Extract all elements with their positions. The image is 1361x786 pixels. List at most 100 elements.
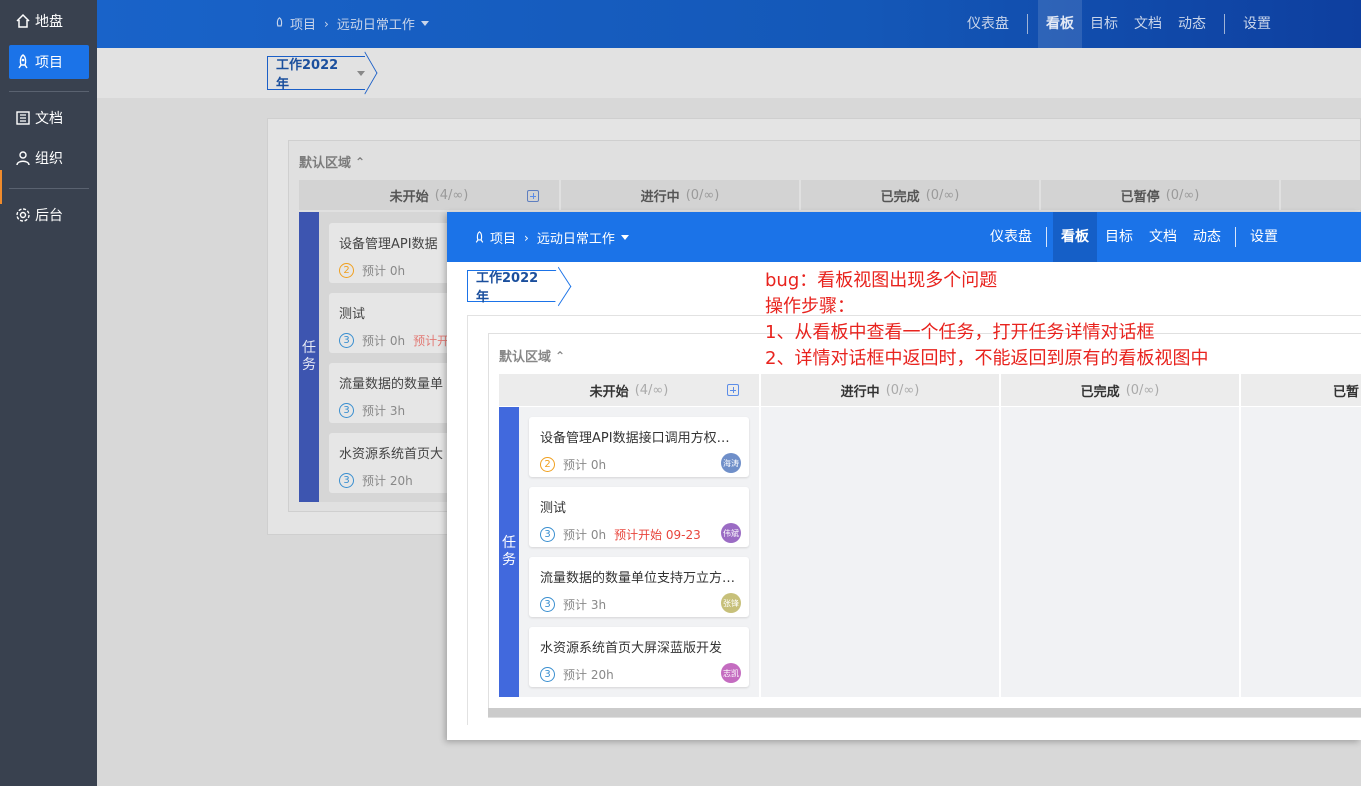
card-title: 水资源系统首页大屏深蓝版开发 bbox=[540, 641, 723, 656]
column-name: 未开始 bbox=[589, 384, 629, 400]
priority-badge: 3 bbox=[339, 473, 354, 488]
nav-docs[interactable]: 文档 bbox=[1126, 0, 1170, 48]
column-count: (0/∞) bbox=[885, 382, 920, 398]
add-card-icon[interactable] bbox=[527, 190, 539, 202]
column-name: 进行中 bbox=[640, 189, 680, 205]
nav-kanban[interactable]: 看板 bbox=[1038, 0, 1082, 48]
rocket-icon bbox=[18, 54, 28, 69]
annotation-line: bug：看板视图出现多个问题 bbox=[765, 270, 998, 291]
breadcrumb-root[interactable]: 项目 bbox=[290, 14, 316, 33]
avatar[interactable]: 海涛 bbox=[721, 453, 741, 473]
sidebar-item-admin[interactable]: 后台 bbox=[9, 198, 89, 232]
column-count: (0/∞) bbox=[925, 187, 960, 203]
column-name: 未开始 bbox=[389, 189, 429, 205]
column-name: 进行中 bbox=[840, 384, 880, 400]
breadcrumb-root[interactable]: 项目 bbox=[490, 228, 516, 247]
chevron-down-icon bbox=[551, 283, 559, 289]
nav-dashboard[interactable]: 仪表盘 bbox=[982, 212, 1040, 262]
nav-dashboard[interactable]: 仪表盘 bbox=[959, 0, 1017, 48]
priority-badge: 3 bbox=[339, 403, 354, 418]
sidebar-marker bbox=[0, 170, 2, 204]
kanban-screenshot-overlay: 项目 › 远动日常工作 仪表盘 看板 目标 文档 动态 设置 工作2022年 默… bbox=[447, 212, 1361, 740]
card-start: 预计开始 09-23 bbox=[614, 528, 701, 542]
sidebar-item-org[interactable]: 组织 bbox=[9, 141, 89, 175]
nav-kanban[interactable]: 看板 bbox=[1053, 212, 1097, 262]
card-estimate: 预计 20h bbox=[563, 668, 614, 682]
nav-divider bbox=[1027, 14, 1028, 34]
nav-settings[interactable]: 设置 bbox=[1235, 0, 1279, 48]
iteration-tag[interactable]: 工作2022年 bbox=[467, 270, 559, 305]
top-nav: 仪表盘 看板 目标 文档 动态 设置 bbox=[982, 212, 1286, 262]
column-count: (4/∞) bbox=[434, 187, 469, 203]
swimlane-text: 任务 bbox=[302, 340, 316, 373]
column-header: 进行中 (0/∞) bbox=[761, 374, 999, 406]
column-header: 已暂 bbox=[1241, 374, 1361, 406]
sidebar-divider bbox=[9, 91, 89, 92]
column-header: 已暂停 (0/∞) bbox=[1041, 180, 1279, 210]
annotation-line: 操作步骤： bbox=[765, 296, 855, 317]
nav-activity[interactable]: 动态 bbox=[1185, 212, 1229, 262]
top-nav: 仪表盘 看板 目标 文档 动态 设置 bbox=[959, 0, 1279, 48]
breadcrumb-current[interactable]: 远动日常工作 bbox=[337, 14, 415, 33]
horizontal-scrollbar[interactable] bbox=[488, 708, 1361, 717]
collapse-icon[interactable]: ⌃ bbox=[555, 349, 565, 363]
document-list-icon bbox=[16, 111, 30, 125]
column-count: (0/∞) bbox=[1125, 382, 1160, 398]
priority-badge: 3 bbox=[339, 333, 354, 348]
bug-annotation: bug：看板视图出现多个问题 操作步骤： 1、从看板中查看一个任务，打开任务详情… bbox=[765, 268, 1208, 372]
column-body bbox=[1241, 407, 1361, 697]
task-card[interactable]: 测试 3 预计 0h 预计开始 09-23 伟斌 bbox=[529, 487, 749, 547]
nav-divider bbox=[1235, 227, 1236, 247]
column-name: 已暂停 bbox=[1120, 189, 1160, 205]
top-bar: 项目 › 远动日常工作 仪表盘 看板 目标 文档 动态 设置 bbox=[97, 0, 1361, 48]
column-name: 已完成 bbox=[880, 189, 920, 205]
avatar[interactable]: 伟斌 bbox=[721, 523, 741, 543]
card-estimate: 预计 3h bbox=[362, 404, 406, 418]
task-card[interactable]: 流量数据的数量单位支持万立方… 3 预计 3h 张锋 bbox=[529, 557, 749, 617]
column-name: 已完成 bbox=[1080, 384, 1120, 400]
nav-settings[interactable]: 设置 bbox=[1242, 212, 1286, 262]
nav-activity[interactable]: 动态 bbox=[1170, 0, 1214, 48]
task-card[interactable]: 设备管理API数据接口调用方权… 2 预计 0h 海涛 bbox=[529, 417, 749, 477]
avatar[interactable]: 张锋 bbox=[721, 593, 741, 613]
iteration-tag-label: 工作2022年 bbox=[276, 58, 339, 92]
nav-goals[interactable]: 目标 bbox=[1082, 0, 1126, 48]
area-title[interactable]: 默认区域 ⌃ bbox=[299, 152, 365, 172]
sidebar-item-home[interactable]: 地盘 bbox=[9, 4, 89, 38]
chevron-right-icon: › bbox=[324, 16, 329, 31]
nav-docs[interactable]: 文档 bbox=[1141, 212, 1185, 262]
sidebar-divider bbox=[9, 188, 89, 189]
chevron-down-icon bbox=[357, 70, 365, 76]
task-card[interactable]: 水资源系统首页大屏深蓝版开发 3 预计 20h 志凯 bbox=[529, 627, 749, 687]
sidebar-item-project[interactable]: 项目 bbox=[9, 45, 89, 79]
chevron-down-icon bbox=[420, 21, 429, 26]
column-name: 已暂 bbox=[1333, 384, 1360, 400]
card-estimate: 预计 20h bbox=[362, 474, 413, 488]
sidebar-item-label: 地盘 bbox=[35, 14, 63, 30]
nav-goals[interactable]: 目标 bbox=[1097, 212, 1141, 262]
iteration-tag-label: 工作2022年 bbox=[476, 271, 539, 305]
avatar[interactable]: 志凯 bbox=[721, 663, 741, 683]
priority-badge: 3 bbox=[540, 527, 555, 542]
sidebar-item-docs[interactable]: 文档 bbox=[9, 101, 89, 135]
column-header bbox=[1281, 180, 1361, 210]
user-icon bbox=[16, 151, 30, 166]
card-meta: 3 预计 0h 预计开始 09-23 伟斌 bbox=[540, 523, 741, 543]
column-count: (4/∞) bbox=[634, 382, 669, 398]
column-header: 未开始 (4/∞) bbox=[299, 180, 559, 210]
column-header: 未开始 (4/∞) bbox=[499, 374, 759, 406]
column-body bbox=[761, 407, 999, 697]
add-card-icon[interactable] bbox=[727, 384, 739, 396]
top-bar: 项目 › 远动日常工作 仪表盘 看板 目标 文档 动态 设置 bbox=[447, 212, 1361, 262]
card-start: 预计开 bbox=[413, 334, 450, 348]
nav-divider bbox=[1046, 227, 1047, 247]
priority-badge: 2 bbox=[540, 457, 555, 472]
collapse-icon[interactable]: ⌃ bbox=[355, 155, 365, 169]
breadcrumb-current[interactable]: 远动日常工作 bbox=[537, 228, 615, 247]
sidebar-item-label: 组织 bbox=[35, 151, 63, 167]
column-header: 已完成 (0/∞) bbox=[1001, 374, 1239, 406]
priority-badge: 3 bbox=[540, 597, 555, 612]
iteration-tag[interactable]: 工作2022年 bbox=[267, 56, 365, 92]
sidebar-item-label: 后台 bbox=[35, 208, 63, 224]
area-title[interactable]: 默认区域 ⌃ bbox=[499, 346, 565, 366]
